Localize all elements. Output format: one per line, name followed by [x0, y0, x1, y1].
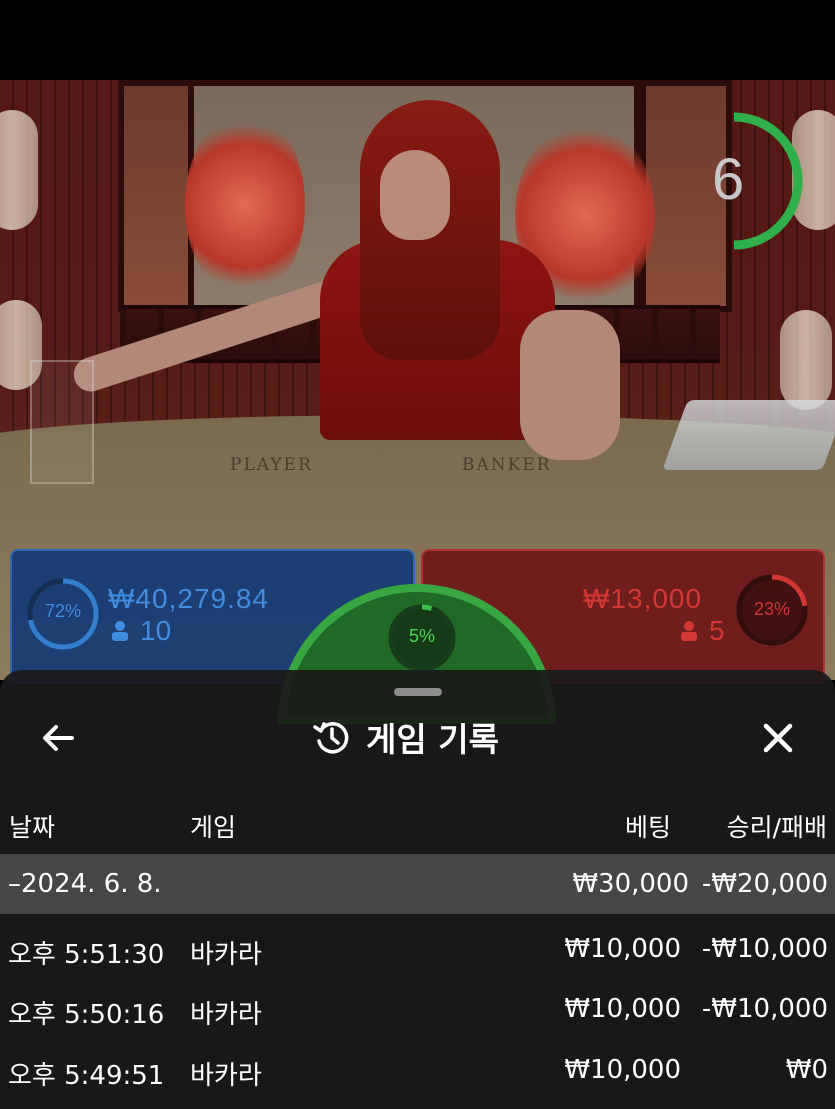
banker-bet-amount: ₩13,000: [583, 583, 703, 614]
player-percent: 72%: [44, 601, 82, 621]
row-time: 오후 5:51:30: [8, 940, 165, 970]
card-discard-box: [30, 360, 94, 484]
history-title-text: 게임 기록: [366, 720, 499, 759]
sheet-drag-handle[interactable]: [394, 688, 442, 696]
player-bettor-count: 10: [140, 615, 172, 646]
dealer-face: [380, 150, 450, 240]
banker-person-icon: [681, 621, 697, 641]
blossom-left: [185, 110, 305, 300]
row-time: 오후 5:50:16: [8, 1000, 165, 1030]
banker-percent: 23%: [753, 599, 791, 619]
date-group-result: -₩20,000: [701, 869, 828, 899]
lantern: [780, 310, 832, 410]
date-group-bet: ₩30,000: [572, 869, 689, 899]
player-person-icon: [112, 621, 128, 641]
column-header-date[interactable]: 날짜: [9, 808, 55, 844]
row-game: 바카라: [190, 940, 262, 970]
banker-bettor-count: 5: [709, 615, 725, 646]
card-shoe: [662, 400, 835, 470]
row-time: 오후 5:49:51: [8, 1061, 165, 1091]
row-bet: ₩10,000: [564, 994, 681, 1024]
row-result: -₩10,000: [701, 994, 828, 1024]
column-header-game[interactable]: 게임: [190, 808, 236, 844]
date-group-label: –2024. 6. 8.: [8, 869, 162, 899]
row-game: 바카라: [190, 1000, 262, 1030]
table-label-banker: BANKER: [462, 455, 552, 475]
countdown-number: 6: [712, 147, 745, 212]
player-bet-amount: ₩40,279.84: [108, 583, 269, 614]
table-label-player: PLAYER: [230, 455, 313, 475]
lantern: [0, 110, 38, 230]
column-header-bet[interactable]: 베팅: [625, 808, 671, 844]
row-game: 바카라: [190, 1061, 262, 1091]
row-result: ₩0: [785, 1055, 828, 1085]
row-bet: ₩10,000: [564, 934, 681, 964]
history-clock-icon: [313, 722, 349, 754]
column-header-result[interactable]: 승리/패배: [727, 808, 827, 844]
top-bar: [0, 0, 835, 80]
tie-percent: 5%: [408, 626, 435, 646]
history-title: 게임 기록: [312, 712, 499, 762]
row-bet: ₩10,000: [564, 1055, 681, 1085]
dealer-arm: [520, 310, 620, 460]
close-x-icon[interactable]: [758, 718, 798, 758]
arrow-left-icon[interactable]: [38, 718, 78, 758]
row-result: -₩10,000: [701, 934, 828, 964]
